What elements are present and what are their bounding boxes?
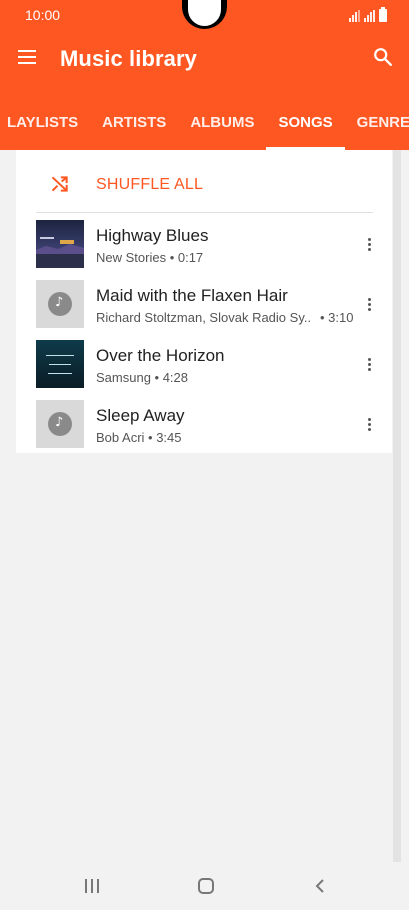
song-subtitle: Samsung • 4:28: [96, 370, 188, 385]
nav-home-icon[interactable]: [198, 878, 214, 894]
song-title: Highway Blues: [96, 226, 209, 245]
status-bar: 10:00: [0, 0, 409, 30]
system-nav-bar: [0, 862, 409, 910]
list-item[interactable]: Highway Blues New Stories • 0:17: [16, 212, 392, 272]
tab-artists[interactable]: ARTISTS: [90, 106, 178, 150]
tab-playlists[interactable]: LAYLISTS: [0, 106, 90, 150]
album-art: [36, 340, 84, 388]
album-art-placeholder: [36, 280, 84, 328]
shuffle-all-label: SHUFFLE ALL: [96, 176, 204, 193]
status-time: 10:00: [25, 7, 61, 23]
shuffle-all-button[interactable]: SHUFFLE ALL: [16, 150, 392, 214]
song-subtitle: Bob Acri • 3:45: [96, 430, 182, 445]
status-icons: [349, 7, 387, 22]
list-item[interactable]: Sleep Away Bob Acri • 3:45: [16, 392, 392, 452]
tab-albums[interactable]: ALBUMS: [178, 106, 266, 150]
song-list: SHUFFLE ALL Highway Blues New Stories • …: [16, 150, 392, 453]
nav-recent-icon[interactable]: [84, 878, 100, 894]
wifi-signal-icon: [349, 10, 360, 22]
music-note-icon: [48, 292, 72, 316]
search-icon[interactable]: [372, 46, 394, 68]
song-duration: • 3:10: [320, 310, 354, 325]
camera-notch: [182, 0, 227, 29]
nav-back-icon[interactable]: [312, 878, 328, 894]
song-subtitle: New Stories • 0:17: [96, 250, 204, 265]
phone-screen: 10:00 Music library LAYLISTS ARTISTS ALB…: [0, 0, 409, 910]
more-vert-icon[interactable]: [365, 356, 375, 374]
song-title: Over the Horizon: [96, 346, 225, 365]
shuffle-icon: [51, 176, 68, 192]
tab-genres[interactable]: GENRES: [345, 106, 409, 150]
song-subtitle: Richard Stoltzman, Slovak Radio Sy..: [96, 310, 311, 325]
album-art-placeholder: [36, 400, 84, 448]
tab-songs[interactable]: SONGS: [266, 106, 345, 150]
more-vert-icon[interactable]: [365, 416, 375, 434]
song-title: Sleep Away: [96, 406, 185, 425]
tab-bar: LAYLISTS ARTISTS ALBUMS SONGS GENRES: [0, 106, 409, 150]
battery-icon: [379, 7, 387, 22]
more-vert-icon[interactable]: [365, 296, 375, 314]
scrollbar[interactable]: [393, 150, 401, 862]
album-art: [36, 220, 84, 268]
menu-icon[interactable]: [16, 46, 40, 70]
more-vert-icon[interactable]: [365, 236, 375, 254]
list-item[interactable]: Maid with the Flaxen Hair Richard Stoltz…: [16, 272, 392, 332]
song-title: Maid with the Flaxen Hair: [96, 286, 288, 305]
list-item[interactable]: Over the Horizon Samsung • 4:28: [16, 332, 392, 392]
music-note-icon: [48, 412, 72, 436]
app-bar: Music library LAYLISTS ARTISTS ALBUMS SO…: [0, 30, 409, 150]
page-title: Music library: [60, 46, 198, 71]
cell-signal-icon: [364, 10, 375, 22]
